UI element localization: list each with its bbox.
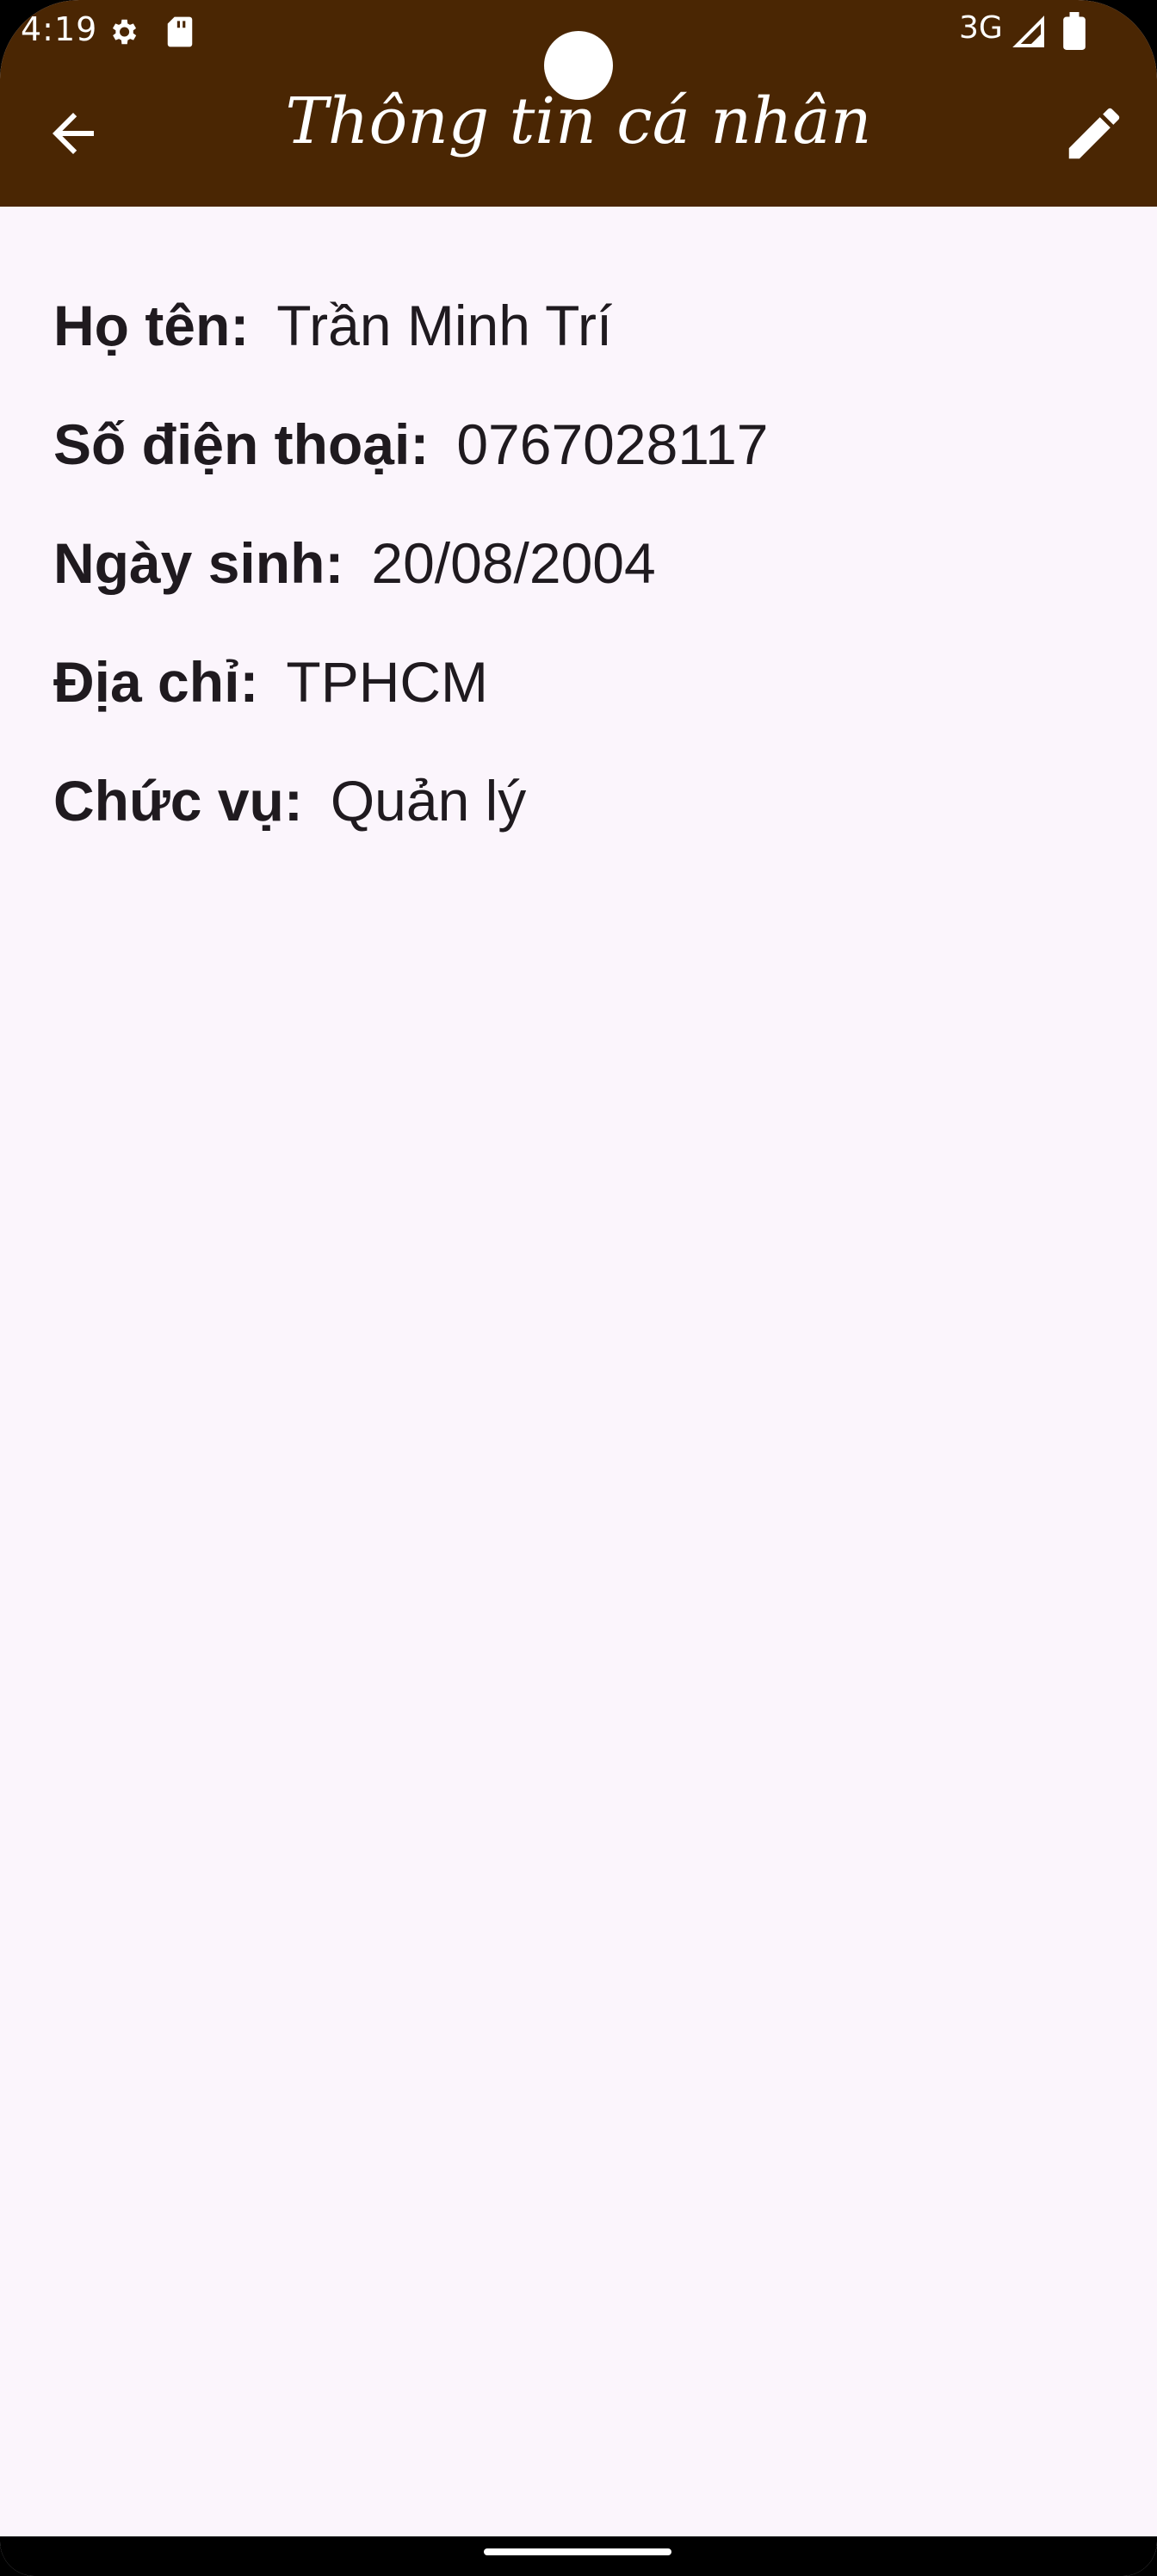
field-value: Trần Minh Trí — [276, 294, 613, 357]
field-value: Quản lý — [330, 769, 527, 833]
field-position: Chức vụ: Quản lý — [53, 768, 769, 887]
profile-info: Họ tên: Trần Minh Trí Số điện thoại: 076… — [53, 293, 769, 887]
screen: 4:19 3G Thông tin cá nhân Họ tên: Trần M… — [0, 0, 1157, 2576]
field-label: Số điện thoại: — [53, 412, 430, 476]
gear-icon — [112, 19, 137, 45]
field-value: TPHCM — [286, 650, 489, 714]
pencil-icon — [1068, 108, 1120, 159]
field-phone: Số điện thoại: 0767028117 — [53, 412, 769, 530]
page-title: Thông tin cá nhân — [285, 84, 872, 158]
edit-button[interactable] — [1055, 95, 1133, 172]
field-label: Chức vụ: — [53, 769, 303, 833]
network-type: 3G — [959, 10, 1003, 46]
sd-card-icon — [167, 16, 193, 47]
status-time: 4:19 — [21, 10, 98, 48]
signal-icon — [1012, 15, 1044, 47]
status-bar: 4:19 3G — [0, 0, 1157, 100]
home-gesture-handle[interactable] — [484, 2548, 671, 2555]
battery-icon — [1063, 12, 1086, 50]
field-birthdate: Ngày sinh: 20/08/2004 — [53, 530, 769, 649]
field-full-name: Họ tên: Trần Minh Trí — [53, 293, 769, 412]
app-bar: 4:19 3G Thông tin cá nhân — [0, 0, 1157, 207]
field-value: 0767028117 — [456, 412, 769, 476]
field-value: 20/08/2004 — [371, 531, 656, 595]
navigation-bar — [0, 2536, 1157, 2576]
field-label: Ngày sinh: — [53, 531, 344, 595]
field-address: Địa chỉ: TPHCM — [53, 649, 769, 768]
field-label: Họ tên: — [53, 294, 250, 357]
field-label: Địa chỉ: — [53, 650, 259, 714]
